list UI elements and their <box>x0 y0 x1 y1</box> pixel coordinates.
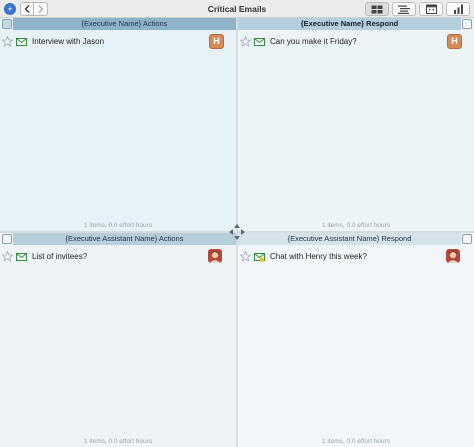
quadrant-executive-actions: {Executive Name} Actions Interview with … <box>0 18 236 231</box>
menu-circle-button[interactable]: + <box>4 3 16 15</box>
quadrant-header[interactable]: {Executive Assistant Name} Respond <box>238 233 461 245</box>
mail-icon <box>16 253 27 261</box>
task-row[interactable]: Chat with Henry this week? <box>238 249 474 265</box>
avatar[interactable]: H <box>209 34 224 49</box>
quadrant-header[interactable]: {Executive Name} Actions <box>13 18 236 30</box>
view-switcher <box>365 2 470 16</box>
mail-reminder-icon <box>254 253 265 262</box>
quadrant-footer-summary: 1 items, 0.0 effort hours <box>321 438 391 445</box>
chart-view-icon <box>453 4 463 14</box>
outline-view-button[interactable] <box>392 2 416 16</box>
chart-view-button[interactable] <box>446 2 470 16</box>
task-row[interactable]: Can you make it Friday? H <box>238 34 474 50</box>
quadrant-footer-summary: 1 items, 0.0 effort hours <box>321 222 391 229</box>
mail-icon <box>16 38 27 46</box>
task-title[interactable]: Can you make it Friday? <box>270 37 357 46</box>
task-row[interactable]: Interview with Jason H <box>0 34 236 50</box>
quadrant-assistant-respond: {Executive Assistant Name} Respond Chat … <box>238 233 474 447</box>
star-icon[interactable] <box>240 251 251 262</box>
avatar[interactable] <box>446 249 460 263</box>
quadrant-select-checkbox[interactable] <box>2 234 12 244</box>
task-title[interactable]: Interview with Jason <box>32 37 104 46</box>
star-icon[interactable] <box>2 36 13 47</box>
quadrant-footer-summary: 1 items, 0.0 effort hours <box>83 222 153 229</box>
outline-view-icon <box>398 5 410 14</box>
quadrant-select-checkbox[interactable] <box>2 19 12 29</box>
avatar[interactable]: H <box>447 34 462 49</box>
calendar-view-icon <box>425 4 437 14</box>
task-row[interactable]: List of invitees? <box>0 249 236 265</box>
grid-view-button[interactable] <box>365 2 389 16</box>
quadrant-executive-respond: {Executive Name} Respond Can you make it… <box>238 18 474 231</box>
quadrant-assistant-actions: {Executive Assistant Name} Actions List … <box>0 233 236 447</box>
move-handle-icon[interactable] <box>228 223 246 241</box>
navigation-buttons <box>20 2 48 16</box>
star-icon[interactable] <box>2 251 13 262</box>
mail-icon <box>254 38 265 46</box>
task-title[interactable]: Chat with Henry this week? <box>270 252 367 261</box>
quadrant-header[interactable]: {Executive Assistant Name} Actions <box>13 233 236 245</box>
task-title[interactable]: List of invitees? <box>32 252 87 261</box>
forward-button[interactable] <box>34 2 48 16</box>
quadrant-footer-summary: 1 items, 0.0 effort hours <box>83 438 153 445</box>
grid-view-icon <box>371 5 383 13</box>
star-icon[interactable] <box>240 36 251 47</box>
back-button[interactable] <box>20 2 34 16</box>
quadrant-header[interactable]: {Executive Name} Respond <box>238 18 461 30</box>
calendar-view-button[interactable] <box>419 2 443 16</box>
chevron-right-icon <box>38 5 43 13</box>
chevron-left-icon <box>24 5 30 13</box>
toolbar: + Critical Emails <box>0 0 474 18</box>
quadrant-select-checkbox[interactable] <box>462 19 472 29</box>
avatar[interactable] <box>208 249 222 263</box>
quadrant-select-checkbox[interactable] <box>462 234 472 244</box>
